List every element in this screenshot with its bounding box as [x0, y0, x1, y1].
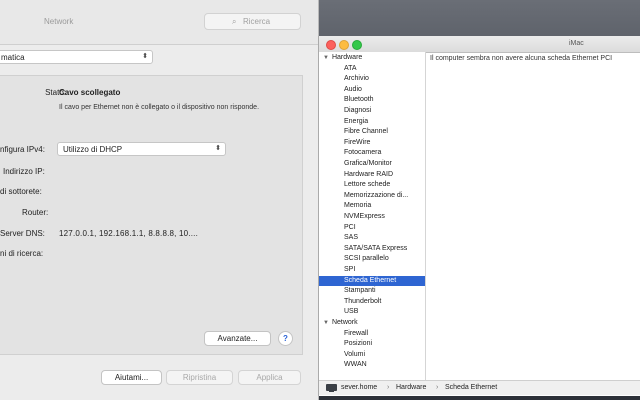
help-icon[interactable]: ? — [278, 331, 293, 346]
close-button[interactable] — [326, 40, 336, 50]
updown-chevron-icon: ⬍ — [215, 145, 221, 152]
search-placeholder: Ricerca — [243, 17, 271, 26]
revert-button[interactable]: Ripristina — [166, 370, 233, 385]
dns-server-label: Server DNS: — [0, 229, 45, 238]
sidebar-item-usb[interactable]: USB — [319, 307, 425, 318]
sidebar-item-firewall[interactable]: Firewall — [319, 329, 425, 340]
path-separator: › — [436, 384, 439, 391]
path-bar: sever.home › Hardware › Scheda Ethernet — [319, 380, 640, 395]
sidebar-item-grafica-monitor[interactable]: Grafica/Monitor — [319, 159, 425, 170]
advanced-button[interactable]: Avanzate... — [204, 331, 271, 346]
sidebar-item-fibre-channel[interactable]: Fibre Channel — [319, 127, 425, 138]
status-value: Cavo scollegato — [59, 88, 121, 97]
search-field[interactable]: ⌕ Ricerca — [204, 13, 301, 30]
location-popup[interactable]: matica ⬍ — [0, 50, 153, 64]
ip-address-label: Indirizzo IP: — [3, 167, 45, 176]
router-label: Router: — [22, 208, 49, 217]
search-icon: ⌕ — [232, 17, 237, 26]
sidebar-item-memorizzazione-di[interactable]: Memorizzazione di... — [319, 191, 425, 202]
sidebar-item-firewire[interactable]: FireWire — [319, 138, 425, 149]
assist-me-button[interactable]: Aiutami... — [101, 370, 162, 385]
sidebar-item-energia[interactable]: Energia — [319, 117, 425, 128]
computer-icon — [326, 384, 337, 392]
disclosure-triangle-icon[interactable]: ▼ — [323, 55, 329, 61]
sidebar-item-sas[interactable]: SAS — [319, 233, 425, 244]
location-value: matica — [1, 53, 25, 62]
sidebar-item-scheda-ethernet[interactable]: Scheda Ethernet — [319, 275, 425, 287]
sysinfo-titlebar: iMac — [319, 36, 640, 53]
configure-ipv4-select[interactable]: Utilizzo di DHCP ⬍ — [57, 142, 226, 156]
configure-ipv4-label: nfigura IPv4: — [0, 145, 45, 154]
network-preferences-window: Network ⌕ Ricerca matica ⬍ Stato: Cavo s… — [0, 0, 319, 400]
sidebar-group-label: Hardware — [331, 54, 363, 61]
sidebar-item-diagnosi[interactable]: Diagnosi — [319, 106, 425, 117]
sidebar-item-hardware-raid[interactable]: Hardware RAID — [319, 170, 425, 181]
sidebar-item-volumi[interactable]: Volumi — [319, 350, 425, 361]
updown-chevron-icon: ⬍ — [142, 53, 148, 60]
dns-server-value: 127.0.0.1, 192.168.1.1, 8.8.8.8, 10.... — [59, 229, 199, 238]
sidebar-item-thunderbolt[interactable]: Thunderbolt — [319, 297, 425, 308]
sidebar-item-scsi-parallelo[interactable]: SCSI parallelo — [319, 254, 425, 265]
sidebar-item-spi[interactable]: SPI — [319, 265, 425, 276]
system-information-window: iMac ▼ Hardware ATA Archivio Audio Bluetooth D… — [318, 36, 640, 396]
subnet-mask-label: di sottorete: — [0, 187, 42, 196]
detail-message: Il computer sembra non avere alcuna sche… — [430, 55, 613, 62]
apply-button[interactable]: Applica — [238, 370, 301, 385]
sidebar-item-archivio[interactable]: Archivio — [319, 74, 425, 85]
detail-content: Il computer sembra non avere alcuna sche… — [427, 52, 640, 380]
sidebar-item-lettore-schede[interactable]: Lettore schede — [319, 180, 425, 191]
sidebar-group-network[interactable]: ▼ Network — [319, 318, 425, 329]
disclosure-triangle-icon[interactable]: ▼ — [323, 320, 329, 326]
window-title: Network — [44, 17, 74, 26]
sidebar: ▼ Hardware ATA Archivio Audio Bluetooth Diagno… — [319, 52, 426, 380]
path-crumb[interactable]: Hardware — [396, 381, 426, 395]
path-crumb[interactable]: Scheda Ethernet — [445, 381, 497, 395]
window-title: iMac — [569, 40, 584, 47]
sidebar-item-stampanti[interactable]: Stampanti — [319, 286, 425, 297]
sidebar-item-memoria[interactable]: Memoria — [319, 201, 425, 212]
minimize-button[interactable] — [339, 40, 349, 50]
sidebar-item-sata-sata-express[interactable]: SATA/SATA Express — [319, 244, 425, 255]
sidebar-group-label: Network — [331, 319, 358, 326]
sidebar-item-ata[interactable]: ATA — [319, 64, 425, 75]
zoom-button[interactable] — [352, 40, 362, 50]
sidebar-item-posizioni[interactable]: Posizioni — [319, 339, 425, 350]
configure-ipv4-value: Utilizzo di DHCP — [63, 145, 123, 154]
sidebar-item-bluetooth[interactable]: Bluetooth — [319, 95, 425, 106]
sidebar-group-hardware[interactable]: ▼ Hardware — [319, 53, 425, 64]
search-domains-label: ni di ricerca: — [0, 249, 44, 258]
path-crumb[interactable]: sever.home — [341, 381, 377, 395]
sidebar-item-fotocamera[interactable]: Fotocamera — [319, 148, 425, 159]
sidebar-item-audio[interactable]: Audio — [319, 85, 425, 96]
sidebar-item-pci[interactable]: PCI — [319, 223, 425, 234]
path-separator: › — [387, 384, 390, 391]
sidebar-item-wwan[interactable]: WWAN — [319, 360, 425, 371]
network-titlebar: Network ⌕ Ricerca — [0, 0, 318, 45]
sidebar-item-nvmexpress[interactable]: NVMExpress — [319, 212, 425, 223]
status-description: Il cavo per Ethernet non è collegato o i… — [59, 104, 260, 111]
